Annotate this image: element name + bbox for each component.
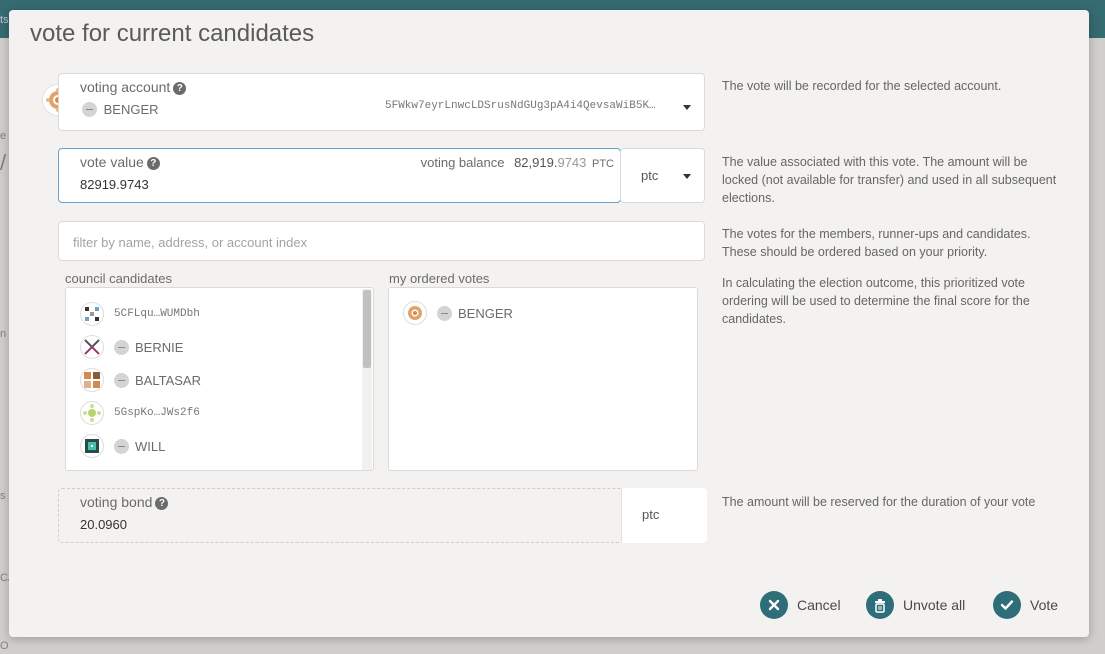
voting-account-hint: The vote will be recorded for the select… (722, 79, 1002, 93)
voting-account-label: voting account? (80, 79, 187, 95)
voting-bond-label: voting bond? (80, 494, 169, 510)
account-address: 5FWkw7eyrLnwcLDSrusNdGUg3pA4i4QevsaWiB5K… (385, 100, 656, 112)
candidate-label: WILL (135, 438, 166, 454)
vote-label: BENGER (458, 305, 513, 321)
minus-icon (82, 102, 97, 117)
identicon-icon (80, 401, 104, 425)
vote-value-label: vote value? (80, 154, 160, 170)
candidate-label: 5GspKo…JWs2f6 (114, 407, 200, 419)
vote-value-text[interactable]: 82919.9743 (80, 177, 149, 192)
minus-icon (114, 372, 129, 388)
caret-down-icon[interactable] (683, 105, 691, 110)
vote-unit-select[interactable]: ptc (620, 148, 705, 203)
trash-icon (866, 591, 894, 619)
voting-balance: voting balance 82,919.9743 PTC (421, 155, 614, 170)
vote-value-label-text: vote value (80, 154, 144, 170)
identicon-icon (80, 335, 104, 359)
voting-balance-unit: PTC (592, 158, 614, 170)
voting-bond-field: voting bond? 20.0960 ptc (58, 488, 707, 543)
voting-bond-unit-box: ptc (621, 488, 707, 543)
candidate-label: 5CFLqu…WUMDbh (114, 308, 200, 320)
question-icon[interactable]: ? (146, 157, 160, 170)
unvote-all-button[interactable]: Unvote all (866, 591, 965, 619)
candidate-row[interactable]: 5CFLqu…WUMDbh (80, 301, 200, 327)
voting-account-label-text: voting account (80, 79, 171, 95)
candidate-row[interactable]: WILL (80, 433, 165, 459)
candidate-label: BALTASAR (135, 372, 201, 388)
check-icon (993, 591, 1021, 619)
account-name: BENGER (103, 102, 159, 117)
candidate-row[interactable]: 5GspKo…JWs2f6 (80, 400, 200, 426)
candidate-row[interactable]: BERNIE (80, 334, 183, 360)
candidate-row[interactable]: BALTASAR (80, 367, 201, 393)
voting-account-select[interactable]: voting account? BENGER 5FWkw7eyrLnwcLDSr… (58, 73, 705, 131)
modal-title: vote for current candidates (30, 20, 315, 47)
question-icon[interactable]: ? (173, 82, 187, 95)
voting-bond-value: 20.0960 (80, 517, 127, 532)
filter-hint: The votes for the members, runner-ups an… (722, 227, 1031, 259)
council-candidates-label: council candidates (65, 271, 172, 286)
cancel-button[interactable]: Cancel (760, 591, 841, 619)
account-name-row: BENGER (82, 102, 159, 117)
minus-icon (114, 438, 129, 454)
vote-unit-label: ptc (641, 168, 659, 183)
identicon-icon (403, 301, 427, 325)
candidate-filter-input[interactable]: filter by name, address, or account inde… (58, 221, 705, 261)
vote-row[interactable]: BENGER (403, 300, 513, 326)
cancel-label: Cancel (797, 597, 841, 613)
candidate-label: BERNIE (135, 339, 184, 355)
voting-bond-hint: The amount will be reserved for the dura… (722, 495, 1036, 509)
vote-button[interactable]: Vote (993, 591, 1058, 619)
vote-value-input[interactable]: vote value? voting balance 82,919.9743 P… (58, 148, 621, 203)
voting-bond-unit: ptc (642, 507, 660, 522)
minus-icon (114, 339, 129, 355)
voting-balance-main: 82,919. (514, 155, 558, 170)
voting-balance-label: voting balance (420, 155, 505, 170)
filter-placeholder: filter by name, address, or account inde… (73, 235, 308, 250)
vote-value-hint: The value associated with this vote. The… (722, 155, 1057, 205)
minus-icon (437, 305, 452, 321)
identicon-icon (80, 434, 104, 458)
candidates-scrollbar-thumb[interactable] (363, 290, 371, 368)
council-candidates-list[interactable]: 5CFLqu…WUMDbh BERNIE BALTASAR 5GspKo…JWs… (65, 287, 374, 471)
vote-modal: vote for current candidates voting accou… (9, 10, 1089, 637)
question-icon[interactable]: ? (155, 497, 169, 510)
identicon-icon (80, 368, 104, 392)
my-ordered-votes-list[interactable]: BENGER (388, 287, 698, 471)
voting-bond-label-text: voting bond (80, 494, 153, 510)
unvote-all-label: Unvote all (903, 597, 966, 613)
my-votes-hint: In calculating the election outcome, thi… (722, 276, 1030, 326)
voting-balance-fraction: 9743 (557, 155, 587, 170)
identicon-icon (80, 302, 104, 326)
caret-down-icon[interactable] (683, 174, 691, 179)
close-icon (760, 591, 788, 619)
my-votes-label: my ordered votes (389, 271, 490, 286)
vote-label: Vote (1030, 597, 1059, 613)
